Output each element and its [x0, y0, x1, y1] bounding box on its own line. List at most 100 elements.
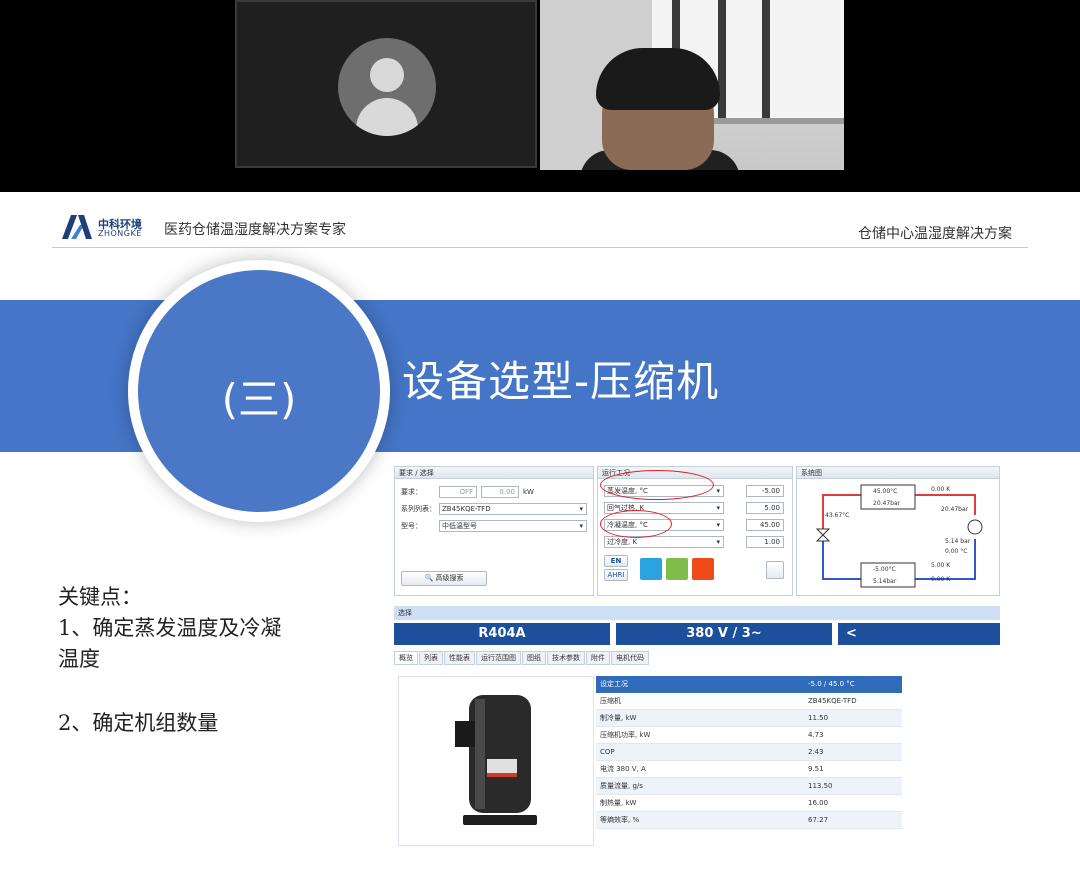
table-cell: COP [600, 748, 615, 756]
evap-temp-input[interactable]: -5.00 [746, 485, 784, 497]
system-diagram-title: 系统图 [797, 467, 999, 479]
video-strip [0, 0, 1080, 192]
table-cell: 113.50 [808, 782, 833, 790]
table-cell: 质量流量, g/s [600, 782, 643, 790]
refrigeration-cycle-diagram: 45.00°C 20.47bar 0.00 K 43.67°C 20.47bar… [815, 484, 983, 588]
snowflake-icon[interactable] [640, 558, 662, 580]
slide-header-right: 仓储中心温湿度解决方案 [858, 226, 1012, 242]
refrigerant-button[interactable]: R404A [394, 623, 610, 645]
key-point-2: 2、确定机组数量 [58, 711, 219, 735]
requirements-pane-title: 要求 / 选择 [395, 467, 593, 479]
subcool-input[interactable]: 1.00 [746, 536, 784, 548]
search-icon: 🔍 [424, 574, 434, 582]
table-header-cell: 设定工况 [600, 680, 628, 688]
tab-tech-data[interactable]: 技术参数 [547, 651, 585, 665]
table-cell: 9.51 [808, 765, 824, 773]
annotation-oval-cond [600, 510, 672, 538]
section-number: (三) [221, 375, 297, 424]
model-select[interactable]: 中低温型号 ▾ [439, 520, 587, 532]
key-point-1a: 1、确定蒸发温度及冷凝 [58, 616, 282, 640]
table-row: 等熵效率, % 67.27 [596, 812, 902, 829]
tab-overview[interactable]: 概览 [394, 651, 418, 665]
table-cell: 11.50 [808, 714, 829, 722]
table-cell: 2.43 [808, 748, 824, 756]
tab-accessories[interactable]: 附件 [586, 651, 610, 665]
req-unit: kW [523, 488, 534, 496]
slide-header-left: 医药仓储温湿度解决方案专家 [164, 222, 346, 238]
system-diagram-pane: 系统图 45.00°C 20.47bar 0.00 K 43.67°C 20.4… [796, 466, 1000, 596]
req-off-toggle[interactable]: OFF [439, 486, 477, 498]
advanced-search-label: 高级搜索 [435, 574, 464, 582]
subcool-label: 过冷度, K [607, 538, 638, 546]
table-row: 质量流量, g/s 113.50 [596, 778, 902, 795]
scroll-compressor-image [455, 695, 537, 825]
sys-dk-bottom: 0.00 K [931, 576, 951, 583]
ahri-button[interactable]: AHRI [604, 569, 628, 581]
key-point-1b: 温度 [58, 647, 100, 671]
table-row: 压缩机功率, kW 4.73 [596, 727, 902, 744]
sun-icon[interactable] [692, 558, 714, 580]
table-cell: 电流 380 V, A [600, 765, 646, 773]
table-cell: ZB45KQE-TFD [808, 697, 857, 705]
model-label: 型号： [401, 522, 422, 530]
table-row: 电流 380 V, A 9.51 [596, 761, 902, 778]
table-cell: 制热量, kW [600, 799, 637, 807]
model-select-value: 中低温型号 [442, 522, 477, 530]
chevron-down-icon: ▾ [579, 505, 583, 513]
table-row: COP 2.43 [596, 744, 902, 761]
tab-envelope[interactable]: 运行范围图 [476, 651, 521, 665]
tab-drawings[interactable]: 图纸 [522, 651, 546, 665]
annotation-oval-evap [600, 470, 714, 500]
chevron-down-icon: ▾ [716, 487, 720, 495]
performance-table: 设定工况 -5.0 / 45.0 °C 压缩机 ZB45KQE-TFD 制冷量, … [596, 676, 902, 829]
advanced-search-button[interactable]: 🔍 高级搜索 [401, 571, 487, 586]
table-row: 制热量, kW 16.00 [596, 795, 902, 812]
subcool-select[interactable]: 过冷度, K ▾ [604, 536, 724, 548]
table-cell: 压缩机功率, kW [600, 731, 651, 739]
selection-software-screenshot: 要求 / 选择 要求： OFF 0.00 kW 系列列表： ZB45KQE-TF… [394, 466, 1000, 856]
chart-icon[interactable] [766, 561, 784, 579]
sys-p-mid: 5.14 bar [945, 538, 971, 545]
requirements-pane: 要求 / 选择 要求： OFF 0.00 kW 系列列表： ZB45KQE-TF… [394, 466, 594, 596]
return-superheat-input[interactable]: 5.00 [746, 502, 784, 514]
tab-list[interactable]: 列表 [419, 651, 443, 665]
chevron-down-icon: ▾ [579, 522, 583, 530]
sys-p-cond: 20.47bar [873, 500, 901, 507]
table-cell: 67.27 [808, 816, 829, 824]
sys-p-evap: 5.14bar [873, 578, 897, 585]
chevron-down-icon: ▾ [716, 538, 720, 546]
voltage-button[interactable]: 380 V / 3~ [616, 623, 832, 645]
presentation-slide: 中科环境 ZHONGKE 医药仓储温湿度解决方案专家 仓储中心温湿度解决方案 设… [0, 192, 1080, 869]
zhongke-logo-icon [62, 215, 92, 239]
cond-temp-input[interactable]: 45.00 [746, 519, 784, 531]
section-number-circle: (三) [128, 260, 390, 522]
table-header-cell: -5.0 / 45.0 °C [808, 680, 855, 688]
collapse-button[interactable]: < [838, 623, 1000, 645]
header-divider [52, 247, 1028, 248]
key-points-title: 关键点： [58, 585, 142, 609]
participant-tile-avatar[interactable] [235, 0, 537, 168]
user-avatar-icon [338, 38, 436, 136]
leaf-icon[interactable] [666, 558, 688, 580]
table-row: 制冷量, kW 11.50 [596, 710, 902, 727]
table-cell: 4.73 [808, 731, 824, 739]
table-cell: 等熵效率, % [600, 816, 640, 824]
participant-tile-video[interactable] [540, 0, 844, 170]
logo-text-en: ZHONGKE [98, 229, 142, 238]
req-label: 要求： [401, 488, 422, 496]
sys-t-evap: -5.00°C [873, 566, 896, 573]
table-cell: 16.00 [808, 799, 829, 807]
section-title: 设备选型-压缩机 [402, 357, 720, 406]
en-button[interactable]: EN [604, 555, 628, 567]
tab-performance[interactable]: 性能表 [444, 651, 475, 665]
sys-dk-top: 0.00 K [931, 486, 951, 493]
series-select-value: ZB45KQE-TFD [442, 505, 491, 513]
chevron-left-icon: < [846, 626, 857, 641]
table-header: 设定工况 -5.0 / 45.0 °C [596, 676, 902, 693]
series-select[interactable]: ZB45KQE-TFD ▾ [439, 503, 587, 515]
table-cell: 制冷量, kW [600, 714, 637, 722]
sys-t-cond: 45.00°C [873, 488, 897, 495]
series-label: 系列列表： [401, 505, 436, 513]
tab-motor-code[interactable]: 电机代码 [611, 651, 649, 665]
req-value-input[interactable]: 0.00 [481, 486, 519, 498]
